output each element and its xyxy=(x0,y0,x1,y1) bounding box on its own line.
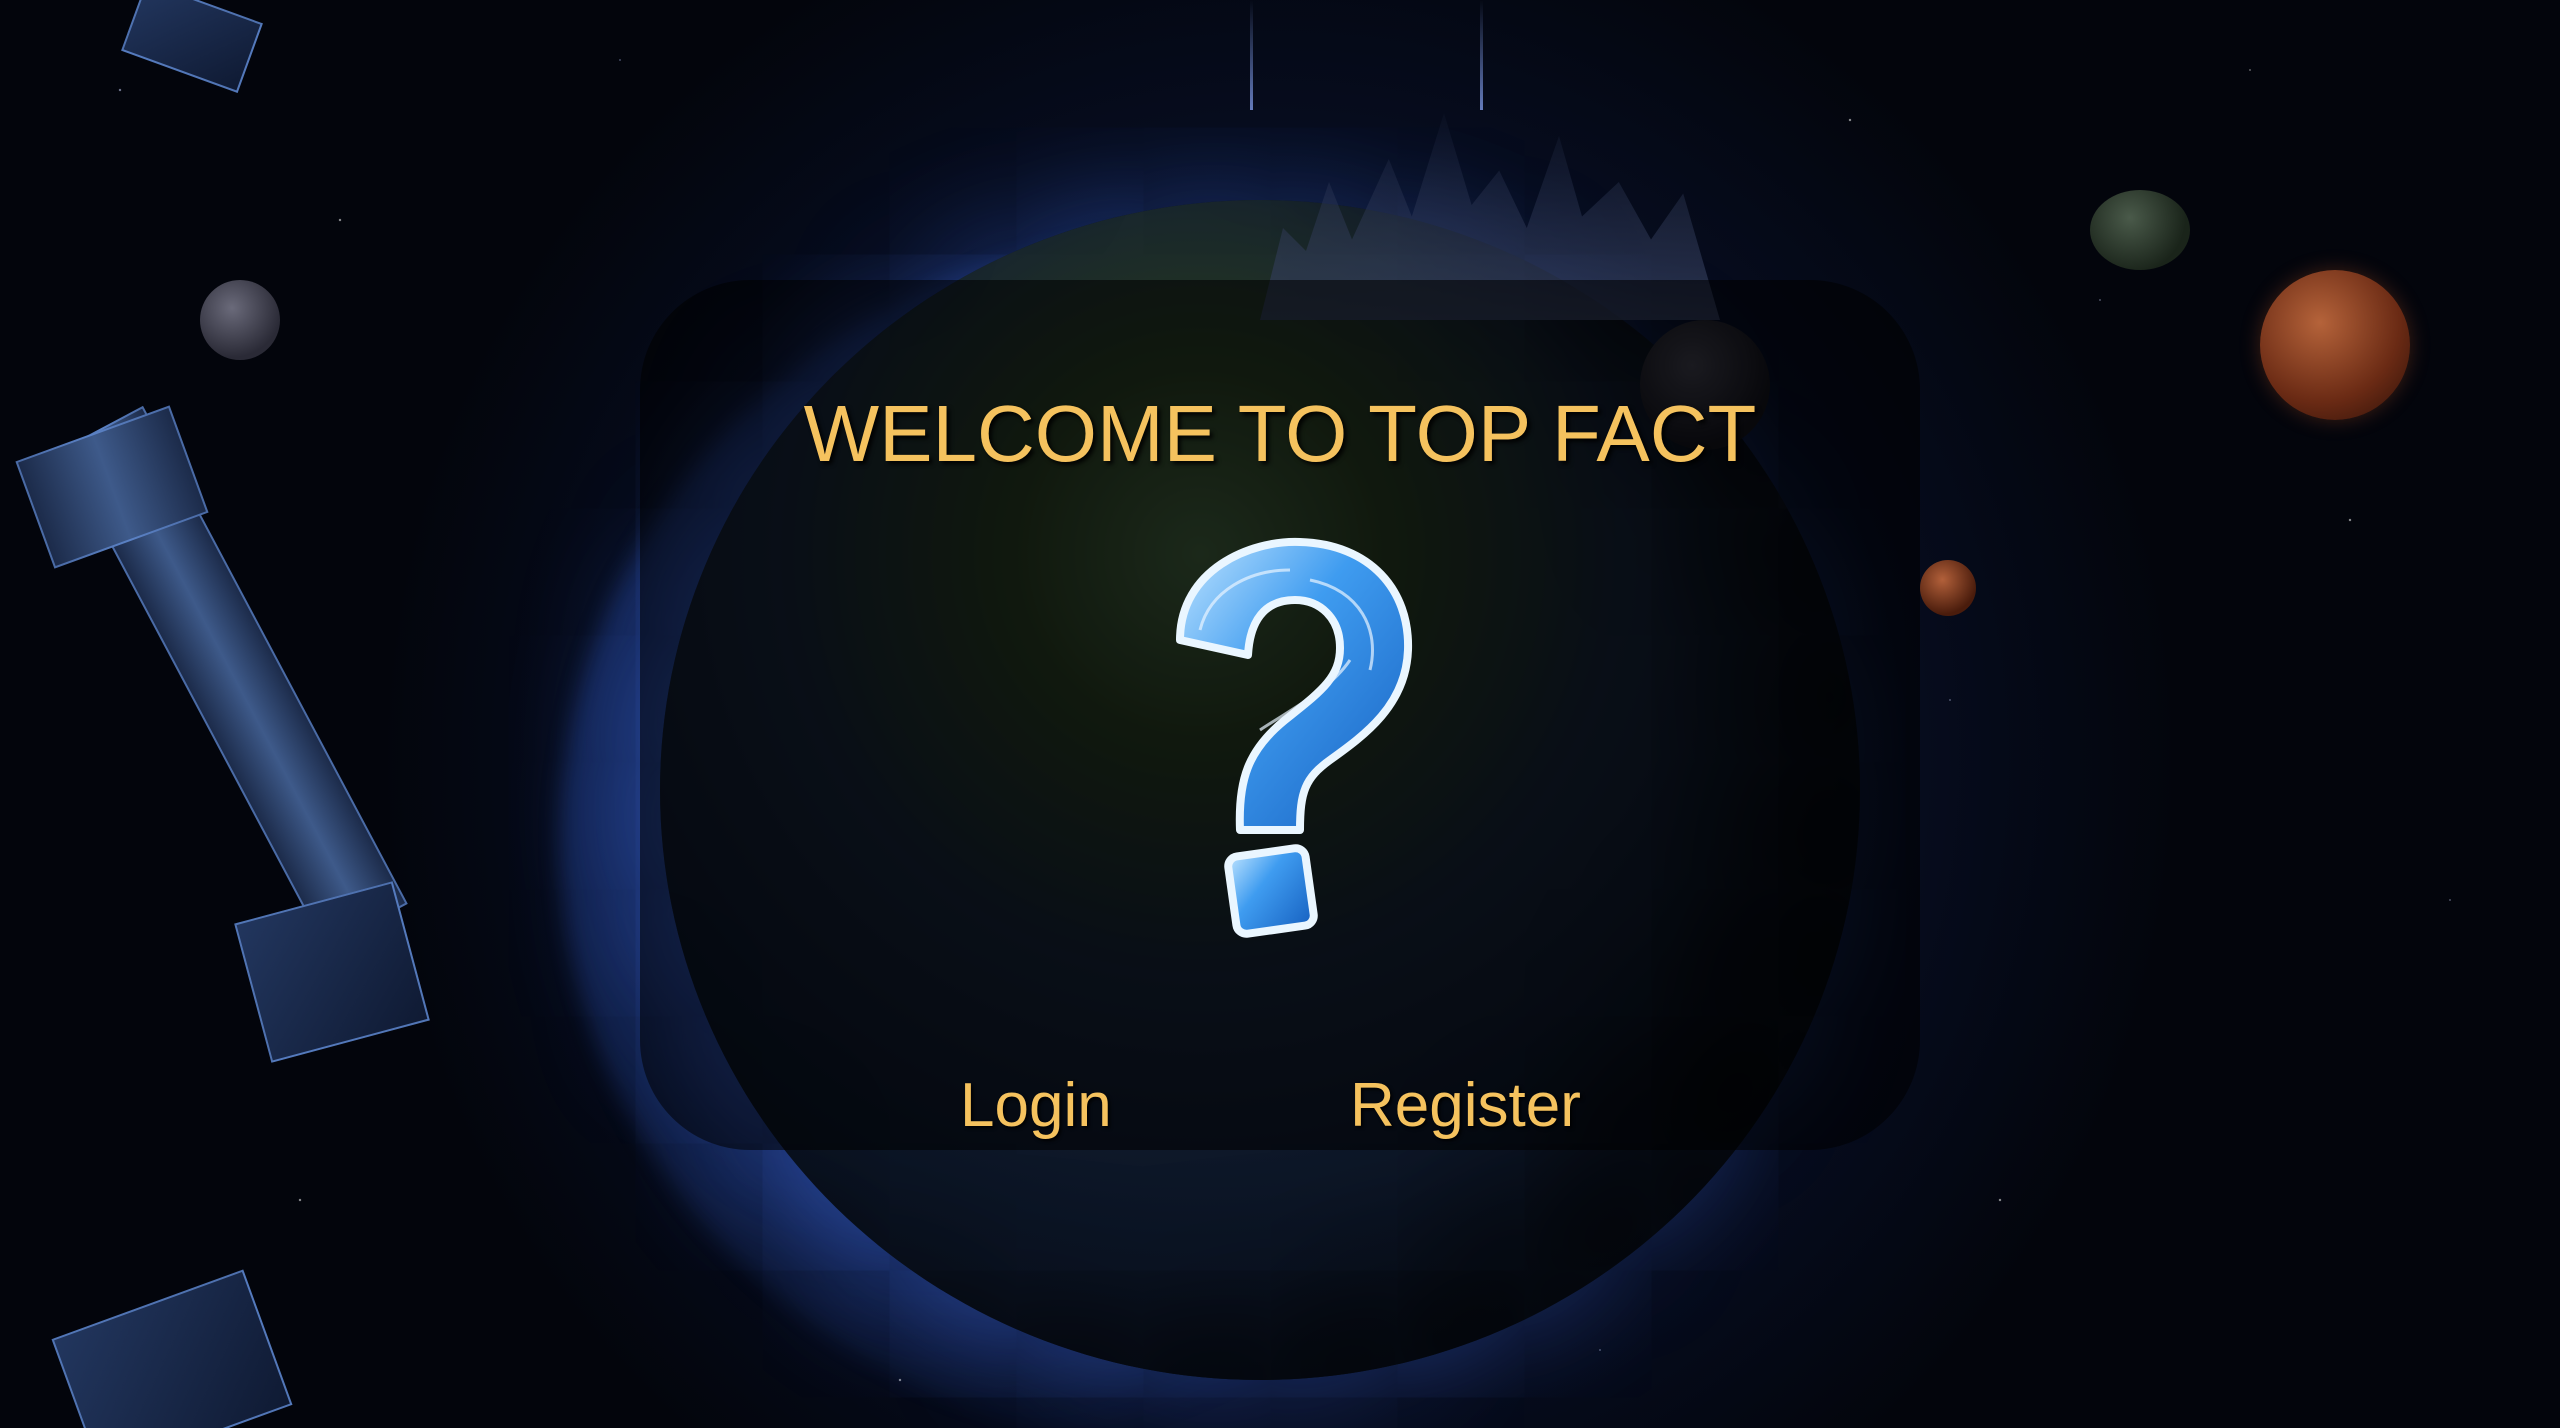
small-meteor xyxy=(1920,560,1976,616)
small-asteroid xyxy=(2090,190,2190,270)
small-moon xyxy=(200,280,280,360)
space-wire xyxy=(1250,0,1253,110)
welcome-title: WELCOME TO TOP FACT xyxy=(803,389,1757,478)
register-button[interactable]: Register xyxy=(1350,1070,1581,1141)
space-wire xyxy=(1480,0,1483,110)
question-mark-icon xyxy=(1176,537,1413,938)
login-button[interactable]: Login xyxy=(960,1070,1112,1141)
background-scene: WELCOME TO TOP FACT Login Register xyxy=(0,0,2560,1428)
